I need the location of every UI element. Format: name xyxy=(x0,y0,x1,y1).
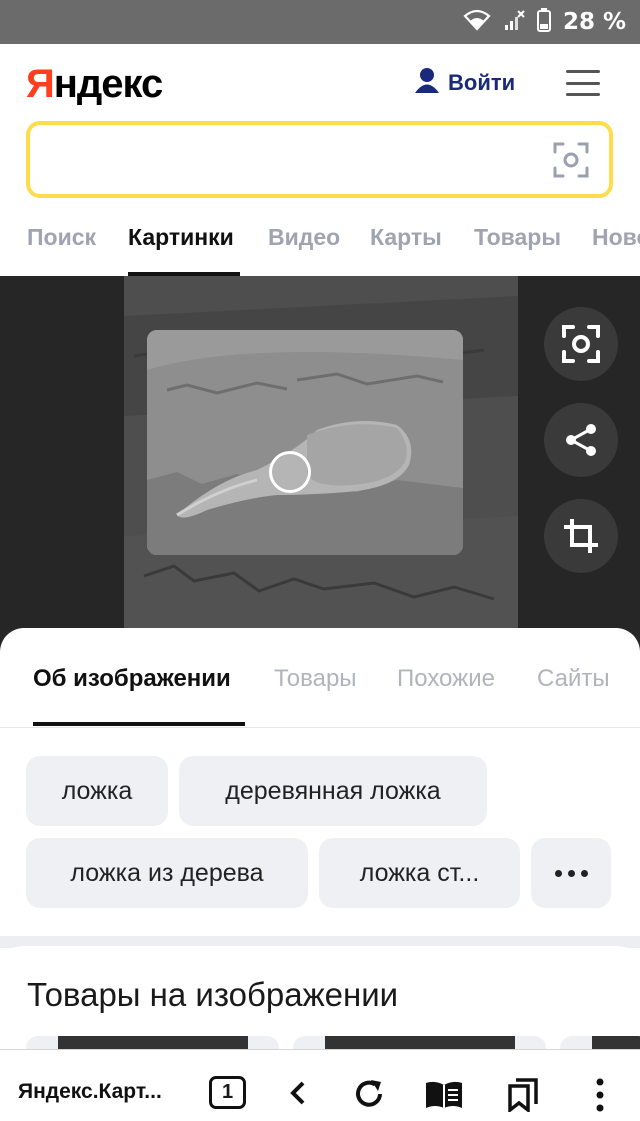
image-info-sheet: Об изображении Товары Похожие Сайты ложк… xyxy=(0,628,640,936)
service-tabs: Поиск Картинки Видео Карты Товары Новост… xyxy=(0,222,640,276)
logo-rest: ндекс xyxy=(53,62,164,106)
reload-icon[interactable] xyxy=(353,1078,385,1115)
yandex-logo[interactable]: Яндекс xyxy=(26,62,164,107)
crop-icon[interactable] xyxy=(544,499,618,573)
tab-maps[interactable]: Карты xyxy=(370,224,442,251)
products-section: Товары на изображении xyxy=(0,946,640,1056)
crop-region[interactable] xyxy=(147,330,463,555)
image-search-icon[interactable] xyxy=(544,307,618,381)
user-icon xyxy=(414,66,440,100)
tag-chip[interactable]: ложка xyxy=(26,756,168,826)
header: Яндекс Войти Поиск Картинки Видео Карты … xyxy=(0,44,640,276)
tag-chip[interactable]: ложка из дерева xyxy=(26,838,308,908)
browser-page-title[interactable]: Яндекс.Карт... xyxy=(18,1080,162,1104)
browser-toolbar: Яндекс.Карт... 1 xyxy=(0,1049,640,1121)
battery-icon xyxy=(536,7,551,37)
more-horizontal-icon[interactable] xyxy=(531,838,611,908)
back-icon[interactable] xyxy=(287,1080,309,1111)
share-icon[interactable] xyxy=(544,403,618,477)
tab-goods[interactable]: Товары xyxy=(474,224,561,251)
search-box xyxy=(26,121,613,198)
products-title: Товары на изображении xyxy=(27,976,399,1013)
focus-circle[interactable] xyxy=(269,451,311,493)
status-bar: 28 % xyxy=(0,0,640,44)
status-icons: 28 % xyxy=(463,0,626,44)
tab-similar[interactable]: Похожие xyxy=(397,665,495,693)
image-viewer xyxy=(0,276,640,656)
no-signal-icon xyxy=(503,9,525,36)
battery-percentage: 28 % xyxy=(562,9,626,35)
tab-count-button[interactable]: 1 xyxy=(209,1076,246,1109)
login-button[interactable]: Войти xyxy=(414,66,515,100)
tab-about-image[interactable]: Об изображении xyxy=(33,665,231,693)
search-input[interactable] xyxy=(46,137,546,182)
tab-news[interactable]: Новости xyxy=(592,224,640,251)
wifi-icon xyxy=(463,9,491,36)
bookmarks-icon[interactable] xyxy=(506,1078,540,1117)
login-label: Войти xyxy=(448,70,516,95)
tab-video[interactable]: Видео xyxy=(268,224,340,251)
tab-sites[interactable]: Сайты xyxy=(537,665,610,693)
logo-first-letter: Я xyxy=(26,62,55,106)
tab-products[interactable]: Товары xyxy=(274,665,357,693)
reader-icon[interactable] xyxy=(424,1080,464,1115)
sheet-tabs: Об изображении Товары Похожие Сайты xyxy=(0,628,640,728)
tab-images[interactable]: Картинки xyxy=(128,224,234,251)
tag-chip[interactable]: деревянная ложка xyxy=(179,756,487,826)
hamburger-menu-icon[interactable] xyxy=(566,70,600,96)
tab-search[interactable]: Поиск xyxy=(27,224,96,251)
sheet-tab-indicator xyxy=(33,722,245,726)
image-search-icon[interactable] xyxy=(553,142,589,183)
more-vertical-icon[interactable] xyxy=(595,1078,605,1117)
tag-chip[interactable]: ложка ст... xyxy=(319,838,520,908)
